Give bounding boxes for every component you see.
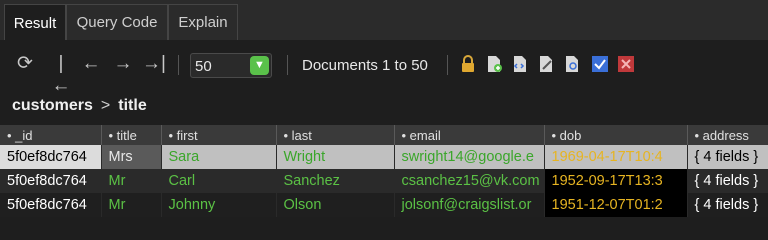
validate-icon[interactable]: [591, 55, 609, 73]
first-page-icon[interactable]: |←: [50, 53, 72, 96]
table-row[interactable]: 5f0ef8dc764 Mrs Sara Wright swright14@go…: [0, 145, 768, 169]
column-header-email[interactable]: • email: [394, 125, 545, 145]
column-header-id[interactable]: • _id: [0, 125, 102, 145]
tab-explain[interactable]: Explain: [168, 4, 238, 40]
cell-first[interactable]: Johnny: [161, 193, 277, 217]
edit-document-icon[interactable]: [537, 55, 555, 73]
view-document-icon[interactable]: [563, 55, 581, 73]
next-page-icon[interactable]: →: [112, 53, 134, 75]
cell-last[interactable]: Olson: [276, 193, 395, 217]
tab-result-label: Result: [13, 14, 57, 32]
cell-address[interactable]: { 4 fields }: [687, 169, 768, 193]
cell-title[interactable]: Mrs: [101, 145, 162, 169]
cell-email[interactable]: swright14@google.e: [394, 145, 545, 169]
cell-dob[interactable]: 1952-09-17T13:3: [544, 169, 688, 193]
clone-document-icon[interactable]: [511, 55, 529, 73]
cell-address[interactable]: { 4 fields }: [687, 145, 768, 169]
cell-address[interactable]: { 4 fields }: [687, 193, 768, 217]
table-header-row: • _id • title • first • last • email • d…: [0, 125, 768, 145]
chevron-right-icon: >: [100, 97, 111, 114]
tab-explain-label: Explain: [178, 14, 228, 31]
cell-dob[interactable]: 1951-12-07T01:2: [544, 193, 688, 217]
cell-first[interactable]: Sara: [161, 145, 277, 169]
cell-id[interactable]: 5f0ef8dc764: [0, 145, 102, 169]
documents-table: • _id • title • first • last • email • d…: [0, 125, 768, 217]
cell-id[interactable]: 5f0ef8dc764: [0, 193, 102, 217]
cell-title[interactable]: Mr: [101, 169, 162, 193]
refresh-icon[interactable]: ⟳: [14, 53, 36, 75]
cell-email[interactable]: csanchez15@vk.com: [394, 169, 545, 193]
column-header-title[interactable]: • title: [101, 125, 162, 145]
cell-id[interactable]: 5f0ef8dc764: [0, 169, 102, 193]
column-header-address[interactable]: • address: [687, 125, 768, 145]
column-header-first[interactable]: • first: [161, 125, 277, 145]
page-size-select[interactable]: 50 ▼: [190, 53, 272, 78]
tab-query-code-label: Query Code: [76, 14, 158, 31]
result-tabs: Result Query Code Explain: [0, 0, 768, 41]
column-header-last[interactable]: • last: [276, 125, 395, 145]
table-row[interactable]: 5f0ef8dc764 Mr Johnny Olson jolsonf@crai…: [0, 193, 768, 217]
add-document-icon[interactable]: [485, 55, 503, 73]
lock-icon[interactable]: [459, 55, 477, 73]
toolbar-divider: [287, 55, 288, 75]
cell-last[interactable]: Sanchez: [276, 169, 395, 193]
tab-result[interactable]: Result: [4, 4, 66, 41]
toolbar-divider: [178, 55, 179, 75]
delete-document-icon[interactable]: [617, 55, 635, 73]
page-size-value: 50: [195, 58, 212, 75]
cell-first[interactable]: Carl: [161, 169, 277, 193]
cell-title[interactable]: Mr: [101, 193, 162, 217]
document-count: Documents 1 to 50: [302, 57, 428, 74]
breadcrumb-field: title: [118, 97, 147, 114]
cell-last[interactable]: Wright: [276, 145, 395, 169]
cell-dob[interactable]: 1969-04-17T10:4: [544, 145, 688, 169]
tab-query-code[interactable]: Query Code: [66, 4, 168, 40]
toolbar-divider: [447, 55, 448, 75]
cell-email[interactable]: jolsonf@craigslist.or: [394, 193, 545, 217]
breadcrumb-collection[interactable]: customers: [12, 97, 93, 114]
column-header-dob[interactable]: • dob: [544, 125, 688, 145]
chevron-down-icon[interactable]: ▼: [250, 56, 269, 75]
last-page-icon[interactable]: →|: [142, 53, 166, 75]
table-row[interactable]: 5f0ef8dc764 Mr Carl Sanchez csanchez15@v…: [0, 169, 768, 193]
previous-page-icon[interactable]: ←: [80, 53, 102, 75]
breadcrumb: customers > title: [12, 97, 147, 115]
